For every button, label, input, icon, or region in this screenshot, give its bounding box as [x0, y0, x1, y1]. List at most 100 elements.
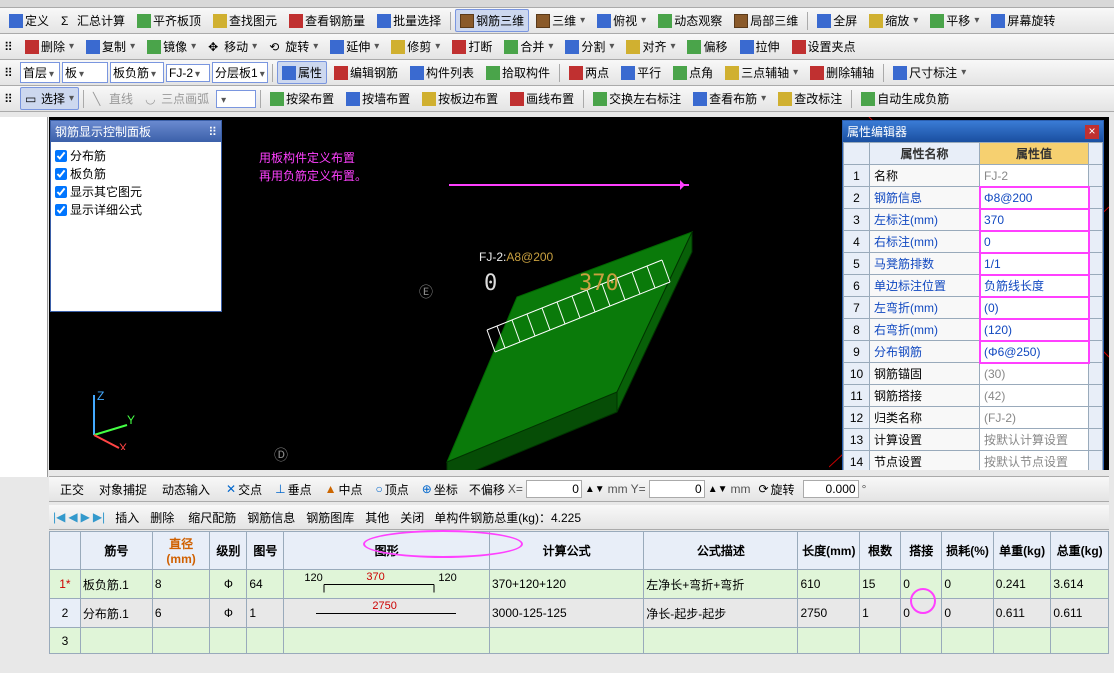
close-icon[interactable]: × — [1085, 125, 1099, 139]
rebar-display-panel[interactable]: 钢筋显示控制面板 ⠿ 分布筋 板负筋 显示其它图元 显示详细公式 — [50, 120, 222, 312]
topview-btn[interactable]: 俯视 — [592, 9, 651, 32]
delete-axis-btn[interactable]: 删除辅轴 — [805, 61, 879, 84]
delete-btn[interactable]: 删除 — [20, 35, 79, 58]
res-row[interactable]: 3 — [50, 628, 1109, 654]
check-negative[interactable]: 板负筋 — [55, 165, 217, 182]
prop-row-5[interactable]: 5马凳筋排数1/1 — [844, 253, 1103, 275]
prop-row-14[interactable]: 14节点设置按默认节点设置 — [844, 451, 1103, 471]
res-col-11[interactable]: 损耗(%) — [942, 532, 993, 570]
res-row[interactable]: 1*板负筋.18Ф64120370120370+120+120左净长+弯折+弯折… — [50, 570, 1109, 599]
res-col-10[interactable]: 搭接 — [901, 532, 942, 570]
prop-row-4[interactable]: 4右标注(mm)0 — [844, 231, 1103, 253]
delete2-btn[interactable]: 删除 — [146, 507, 178, 528]
batch-select-btn[interactable]: 批量选择 — [372, 9, 446, 32]
snap-perp-btn[interactable]: ⊥垂点 — [270, 478, 316, 501]
res-col-13[interactable]: 总重(kg) — [1051, 532, 1109, 570]
snap-mid-btn[interactable]: ▲中点 — [320, 478, 368, 501]
res-col-7[interactable]: 公式描述 — [644, 532, 798, 570]
ortho-btn[interactable]: 正交 — [53, 478, 89, 501]
prop-titlebar[interactable]: 属性编辑器 × — [843, 121, 1103, 142]
res-col-8[interactable]: 长度(mm) — [798, 532, 860, 570]
prop-row-10[interactable]: 10钢筋锚固(30) — [844, 363, 1103, 385]
auto-gen-btn[interactable]: 自动生成负筋 — [856, 87, 954, 110]
scale-rebar-btn[interactable]: 缩尺配筋 — [184, 507, 240, 528]
res-col-12[interactable]: 单重(kg) — [993, 532, 1051, 570]
swap-label-btn[interactable]: 交换左右标注 — [588, 87, 686, 110]
arc3p-btn[interactable]: ◡三点画弧 — [140, 87, 214, 110]
res-row[interactable]: 2分布筋.16Ф127503000-125-125净长-起步-起步2750100… — [50, 599, 1109, 628]
copy-btn[interactable]: 复制 — [81, 35, 140, 58]
y-input[interactable] — [649, 480, 705, 498]
align-top-btn[interactable]: 平齐板顶 — [132, 9, 206, 32]
draw-line-btn[interactable]: 画线布置 — [505, 87, 579, 110]
fullscreen-btn[interactable]: 全屏 — [812, 9, 862, 32]
prop-row-2[interactable]: 2钢筋信息Φ8@200 — [844, 187, 1103, 209]
property-editor[interactable]: 属性编辑器 × 属性名称属性值 1名称FJ-22钢筋信息Φ8@2003左标注(m… — [842, 120, 1104, 470]
res-col-4[interactable]: 图号 — [247, 532, 284, 570]
nav-first-icon[interactable]: |◀ — [53, 510, 65, 524]
rotate-screen-btn[interactable]: 屏幕旋转 — [986, 9, 1060, 32]
prop-row-3[interactable]: 3左标注(mm)370 — [844, 209, 1103, 231]
pick-component-btn[interactable]: 拾取构件 — [481, 61, 555, 84]
nav-last-icon[interactable]: ▶| — [93, 510, 105, 524]
code-select[interactable]: FJ-2 — [166, 64, 210, 82]
res-col-1[interactable]: 筋号 — [80, 532, 152, 570]
type-select[interactable]: 板 — [62, 62, 108, 83]
prop-row-1[interactable]: 1名称FJ-2 — [844, 165, 1103, 187]
zoom-btn[interactable]: 缩放 — [864, 9, 923, 32]
check-distribution[interactable]: 分布筋 — [55, 147, 217, 164]
floor-select[interactable]: 首层 — [20, 62, 60, 83]
res-col-3[interactable]: 级别 — [210, 532, 247, 570]
parallel-btn[interactable]: 平行 — [616, 61, 666, 84]
prop-row-9[interactable]: 9分布钢筋(Φ6@250) — [844, 341, 1103, 363]
edit-rebar-btn[interactable]: 编辑钢筋 — [329, 61, 403, 84]
view-layout-btn[interactable]: 查看布筋 — [688, 87, 771, 110]
define-btn[interactable]: 定义 — [4, 9, 54, 32]
insert-btn[interactable]: 插入 — [111, 507, 143, 528]
move-btn[interactable]: ✥移动 — [203, 35, 262, 58]
offset-mode[interactable]: 不偏移 — [469, 481, 505, 498]
result-table[interactable]: 筋号直径(mm)级别图号图形计算公式公式描述长度(mm)根数搭接损耗(%)单重(… — [49, 531, 1109, 654]
split-btn[interactable]: 分割 — [560, 35, 619, 58]
snap-end-btn[interactable]: ○顶点 — [371, 478, 414, 501]
draw-mode-select[interactable] — [216, 90, 256, 108]
grip-set-btn[interactable]: 设置夹点 — [787, 35, 861, 58]
panel-titlebar[interactable]: 钢筋显示控制面板 ⠿ — [51, 121, 221, 142]
property-btn[interactable]: 属性 — [277, 61, 327, 84]
edit-label-btn[interactable]: 查改标注 — [773, 87, 847, 110]
three-point-axis-btn[interactable]: 三点辅轴 — [720, 61, 803, 84]
trim-btn[interactable]: 修剪 — [386, 35, 445, 58]
orbit-btn[interactable]: 动态观察 — [653, 9, 727, 32]
view-rebar-qty-btn[interactable]: 查看钢筋量 — [284, 9, 370, 32]
other-btn[interactable]: 其他 — [361, 507, 393, 528]
two-point-btn[interactable]: 两点 — [564, 61, 614, 84]
nav-prev-icon[interactable]: ◀ — [68, 510, 77, 524]
dyn-input-btn[interactable]: 动态输入 — [155, 478, 215, 501]
break-btn[interactable]: 打断 — [447, 35, 497, 58]
osnap-btn[interactable]: 对象捕捉 — [92, 478, 152, 501]
collapse-icon[interactable]: ⠿ — [208, 125, 217, 139]
rebar-3d-btn[interactable]: 钢筋三维 — [455, 9, 529, 32]
sum-btn[interactable]: Σ汇总计算 — [56, 9, 130, 32]
rot-input[interactable] — [803, 480, 859, 498]
close-btn[interactable]: 关闭 — [396, 507, 428, 528]
res-col-5[interactable]: 图形 — [284, 532, 490, 570]
prop-row-6[interactable]: 6单边标注位置负筋线长度 — [844, 275, 1103, 297]
check-others[interactable]: 显示其它图元 — [55, 183, 217, 200]
local3d-btn[interactable]: 局部三维 — [729, 9, 803, 32]
res-col-0[interactable] — [50, 532, 81, 570]
offset-btn[interactable]: 偏移 — [682, 35, 732, 58]
rebar-info-btn[interactable]: 钢筋信息 — [243, 507, 299, 528]
find-ele-btn[interactable]: 查找图元 — [208, 9, 282, 32]
layer-select[interactable]: 分层板1 — [212, 62, 268, 83]
by-wall-btn[interactable]: 按墙布置 — [341, 87, 415, 110]
res-col-2[interactable]: 直径(mm) — [152, 532, 210, 570]
prop-row-7[interactable]: 7左弯折(mm)(0) — [844, 297, 1103, 319]
select-tool-btn[interactable]: ▭选择 — [20, 87, 79, 110]
extend-btn[interactable]: 延伸 — [325, 35, 384, 58]
3d-btn[interactable]: 三维 — [531, 9, 590, 32]
subtype-select[interactable]: 板负筋 — [110, 62, 164, 83]
align-btn[interactable]: 对齐 — [621, 35, 680, 58]
prop-row-12[interactable]: 12归类名称(FJ-2) — [844, 407, 1103, 429]
point-angle-btn[interactable]: 点角 — [668, 61, 718, 84]
